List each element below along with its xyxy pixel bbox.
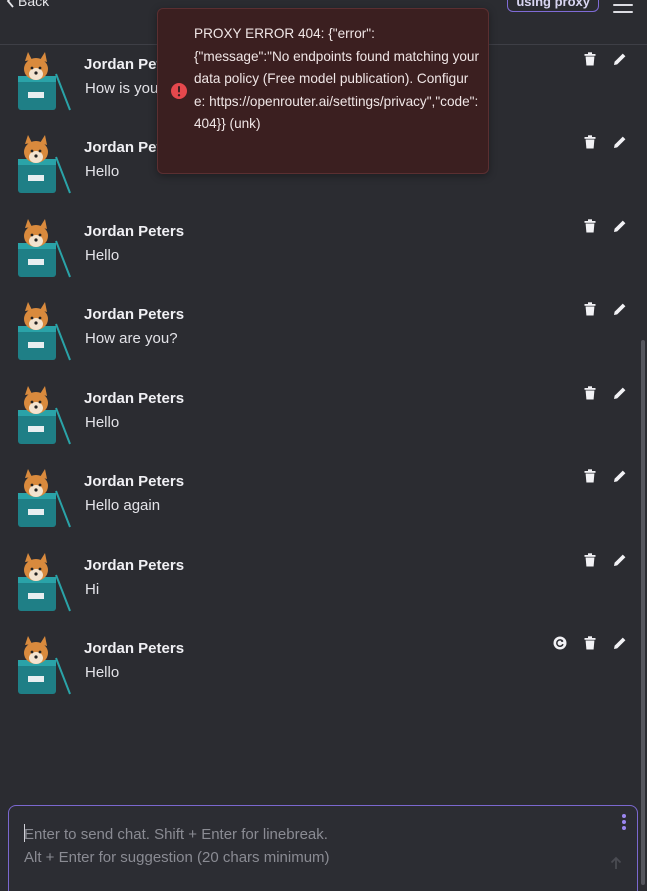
pencil-icon[interactable] [612, 385, 628, 401]
avatar[interactable] [14, 553, 72, 613]
message-item: Jordan Peters How are you? [0, 295, 640, 379]
message-text: Hello [85, 664, 120, 681]
chat-input[interactable]: Enter to send chat. Shift + Enter for li… [8, 805, 638, 891]
avatar[interactable] [14, 386, 72, 446]
error-circle-icon [170, 82, 188, 100]
back-label: Back [18, 0, 50, 9]
pencil-icon[interactable] [612, 552, 628, 568]
trash-icon[interactable] [582, 552, 598, 568]
message-actions [582, 218, 628, 234]
message-item: Jordan Peters Hello again [0, 462, 640, 546]
message-text: Hello [85, 414, 120, 431]
message-actions [582, 301, 628, 317]
avatar[interactable] [14, 219, 72, 279]
message-actions [552, 635, 628, 651]
avatar[interactable] [14, 469, 72, 529]
message-author: Jordan Peters [84, 390, 185, 407]
message-actions [582, 51, 628, 67]
message-item: Jordan Peters Hi [0, 546, 640, 630]
scrollbar[interactable] [641, 340, 645, 885]
pencil-icon[interactable] [612, 51, 628, 67]
proxy-badge[interactable]: using proxy [507, 0, 599, 12]
avatar[interactable] [14, 636, 72, 696]
message-author: Jordan Peters [84, 557, 185, 574]
message-text: Hello again [85, 497, 161, 514]
message-author: Jordan Peters [84, 306, 185, 323]
trash-icon[interactable] [582, 468, 598, 484]
send-button[interactable] [607, 854, 625, 872]
message-author: Jordan Peters [84, 473, 185, 490]
message-text: How are you? [85, 330, 178, 347]
message-text: Hi [85, 581, 100, 598]
arrow-up-icon [610, 856, 622, 869]
chat-app: Back using proxy Jordan Peters How is yo… [0, 0, 647, 891]
message-author: Jordan Peters [84, 223, 185, 240]
avatar[interactable] [14, 135, 72, 195]
trash-icon[interactable] [582, 385, 598, 401]
message-actions [582, 468, 628, 484]
error-toast[interactable]: PROXY ERROR 404: {"error": {"message":"N… [157, 8, 489, 174]
message-text: Hello [85, 247, 120, 264]
avatar[interactable] [14, 302, 72, 362]
refresh-icon[interactable] [552, 635, 568, 651]
avatar[interactable] [14, 52, 72, 112]
trash-icon[interactable] [582, 51, 598, 67]
pencil-icon[interactable] [612, 635, 628, 651]
trash-icon[interactable] [582, 635, 598, 651]
message-text: Hello [85, 163, 120, 180]
message-actions [582, 134, 628, 150]
trash-icon[interactable] [582, 301, 598, 317]
error-message: PROXY ERROR 404: {"error": {"message":"N… [194, 26, 480, 132]
message-text: How is you [85, 80, 159, 97]
input-placeholder: Enter to send chat. Shift + Enter for li… [24, 826, 330, 866]
message-actions [582, 385, 628, 401]
message-item: Jordan Peters Hello [0, 629, 640, 713]
message-item: Jordan Peters Hello [0, 379, 640, 463]
pencil-icon[interactable] [612, 134, 628, 150]
message-actions [582, 552, 628, 568]
message-author: Jordan Peters [84, 640, 185, 657]
message-item: Jordan Peters Hello [0, 212, 640, 296]
trash-icon[interactable] [582, 218, 598, 234]
pencil-icon[interactable] [612, 218, 628, 234]
pencil-icon[interactable] [612, 468, 628, 484]
trash-icon[interactable] [582, 134, 598, 150]
back-button[interactable]: Back [6, 0, 49, 9]
chevron-left-icon [6, 0, 15, 8]
vertical-dots-icon[interactable] [621, 814, 627, 832]
hamburger-menu-icon[interactable] [613, 0, 633, 18]
pencil-icon[interactable] [612, 301, 628, 317]
